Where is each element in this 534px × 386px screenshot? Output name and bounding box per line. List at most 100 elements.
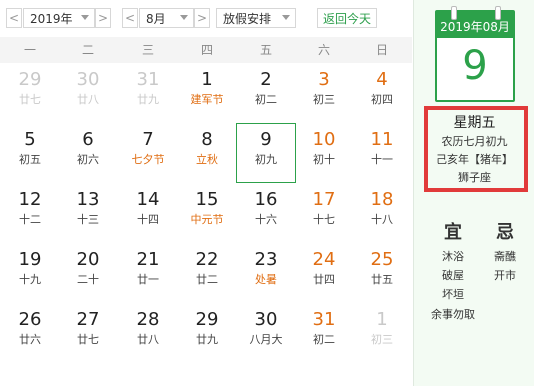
lunar-label: 廿一 — [137, 273, 159, 286]
day-number: 11 — [370, 129, 394, 150]
day-cell[interactable]: 30 廿八 — [58, 63, 118, 123]
day-number: 7 — [142, 129, 154, 150]
holiday-select[interactable]: 放假安排 — [216, 8, 296, 28]
day-cell[interactable]: 29 廿七 — [0, 63, 60, 123]
lunar-label: 初十 — [313, 153, 335, 166]
lunar-label: 十二 — [19, 213, 41, 226]
day-number: 15 — [195, 189, 219, 210]
day-cell[interactable]: 16 十六 — [236, 183, 296, 243]
day-cell[interactable]: 15 中元节 — [177, 183, 237, 243]
day-cell[interactable]: 23 处暑 — [236, 243, 296, 303]
day-detail-panel: 2019年08月 9 星期五 农历七月初九 己亥年【猪年】 狮子座 宜 忌 沐浴… — [413, 0, 534, 386]
weekday-label: 一 — [23, 43, 36, 57]
lunar-label: 廿六 — [19, 333, 41, 346]
day-cell[interactable]: 29 廿九 — [177, 303, 237, 363]
chevron-down-icon — [81, 15, 89, 20]
day-cell[interactable]: 19 十九 — [0, 243, 60, 303]
chevron-left-icon: < — [8, 11, 20, 25]
lunar-label: 初五 — [19, 153, 41, 166]
ji-item: 斋醮 — [494, 250, 516, 263]
lunar-label: 立秋 — [196, 153, 218, 166]
day-cell[interactable]: 31 廿九 — [118, 63, 178, 123]
day-cell[interactable]: 21 廿一 — [118, 243, 178, 303]
day-cell[interactable]: 13 十三 — [58, 183, 118, 243]
day-number: 17 — [312, 189, 336, 210]
day-number: 27 — [76, 309, 100, 330]
lunar-label: 十三 — [77, 213, 99, 226]
next-year-button[interactable]: > — [95, 8, 111, 28]
lunar-label: 初六 — [77, 153, 99, 166]
day-number: 8 — [201, 129, 213, 150]
day-cell[interactable]: 18 十八 — [352, 183, 412, 243]
lunar-label: 廿二 — [196, 273, 218, 286]
day-cell[interactable]: 14 十四 — [118, 183, 178, 243]
zodiac-sign: 狮子座 — [458, 171, 491, 184]
lunar-label: 十一 — [371, 153, 393, 166]
weekday-label: 五 — [259, 43, 272, 57]
day-cell[interactable]: 6 初六 — [58, 123, 118, 183]
day-cell[interactable]: 31 初二 — [294, 303, 354, 363]
day-cell[interactable]: 27 廿七 — [58, 303, 118, 363]
day-cell[interactable]: 10 初十 — [294, 123, 354, 183]
day-cell[interactable]: 28 廿八 — [118, 303, 178, 363]
day-cell[interactable]: 17 十七 — [294, 183, 354, 243]
day-number: 22 — [195, 249, 219, 270]
day-cell[interactable]: 12 十二 — [0, 183, 60, 243]
day-number: 21 — [136, 249, 160, 270]
day-number: 23 — [254, 249, 278, 270]
lunar-date: 农历七月初九 — [441, 135, 508, 148]
day-cell[interactable]: 30 八月大 — [236, 303, 296, 363]
lunar-label: 十七 — [313, 213, 335, 226]
year-select[interactable]: 2019年 — [23, 8, 95, 28]
big-day-number: 9 — [462, 43, 488, 89]
year-select-value: 2019年 — [30, 11, 73, 26]
day-cell[interactable]: 25 廿五 — [352, 243, 412, 303]
lunar-label: 初九 — [255, 153, 277, 166]
toolbar: < 2019年 > < 8月 > 放假安排 返回今天 — [0, 0, 412, 36]
ganzhi-year: 己亥年【猪年】 — [436, 153, 513, 166]
lunar-label: 廿七 — [19, 93, 41, 106]
day-number: 20 — [76, 249, 100, 270]
day-cell[interactable]: 8 立秋 — [177, 123, 237, 183]
day-cell[interactable]: 24 廿四 — [294, 243, 354, 303]
day-cell[interactable]: 4 初四 — [352, 63, 412, 123]
calendar-grid: 29 廿七 30 廿八 31 廿九 1 建军节 2 初二 3 初三 4 初四 5 初五 6 初六 7 七夕节 8 立秋 9 初… — [0, 63, 412, 386]
day-cell-selected[interactable]: 9 初九 — [236, 123, 296, 183]
calendar-ring-icon — [451, 6, 457, 20]
lunar-label: 廿四 — [313, 273, 335, 286]
yi-item: 坏垣 — [442, 288, 464, 301]
day-cell[interactable]: 11 十一 — [352, 123, 412, 183]
prev-month-button[interactable]: < — [122, 8, 138, 28]
day-number: 28 — [136, 309, 160, 330]
lunar-label: 初三 — [313, 93, 335, 106]
day-cell[interactable]: 22 廿二 — [177, 243, 237, 303]
day-number: 24 — [312, 249, 336, 270]
weekday-label: 四 — [200, 43, 213, 57]
month-select[interactable]: 8月 — [139, 8, 194, 28]
lunar-label: 中元节 — [190, 213, 224, 226]
day-cell[interactable]: 26 廿六 — [0, 303, 60, 363]
lunar-label: 十八 — [371, 213, 393, 226]
lunar-label: 初四 — [371, 93, 393, 106]
lunar-label: 七夕节 — [131, 153, 165, 166]
calendar-page-icon: 2019年08月 9 — [435, 6, 515, 102]
weekday-label: 二 — [81, 43, 94, 57]
day-number: 26 — [18, 309, 42, 330]
day-cell[interactable]: 1 建军节 — [177, 63, 237, 123]
day-cell[interactable]: 5 初五 — [0, 123, 60, 183]
day-cell[interactable]: 7 七夕节 — [118, 123, 178, 183]
day-number: 19 — [18, 249, 42, 270]
back-to-today-button[interactable]: 返回今天 — [317, 8, 377, 28]
day-number: 30 — [76, 69, 100, 90]
lunar-label: 廿八 — [77, 93, 99, 106]
lunar-label: 初二 — [255, 93, 277, 106]
day-cell[interactable]: 20 二十 — [58, 243, 118, 303]
chevron-down-icon — [180, 15, 188, 20]
prev-year-button[interactable]: < — [6, 8, 22, 28]
day-cell[interactable]: 1 初三 — [352, 303, 412, 363]
lunar-label: 处暑 — [255, 273, 277, 286]
yi-item: 破屋 — [442, 269, 464, 282]
day-cell[interactable]: 2 初二 — [236, 63, 296, 123]
next-month-button[interactable]: > — [194, 8, 210, 28]
day-cell[interactable]: 3 初三 — [294, 63, 354, 123]
